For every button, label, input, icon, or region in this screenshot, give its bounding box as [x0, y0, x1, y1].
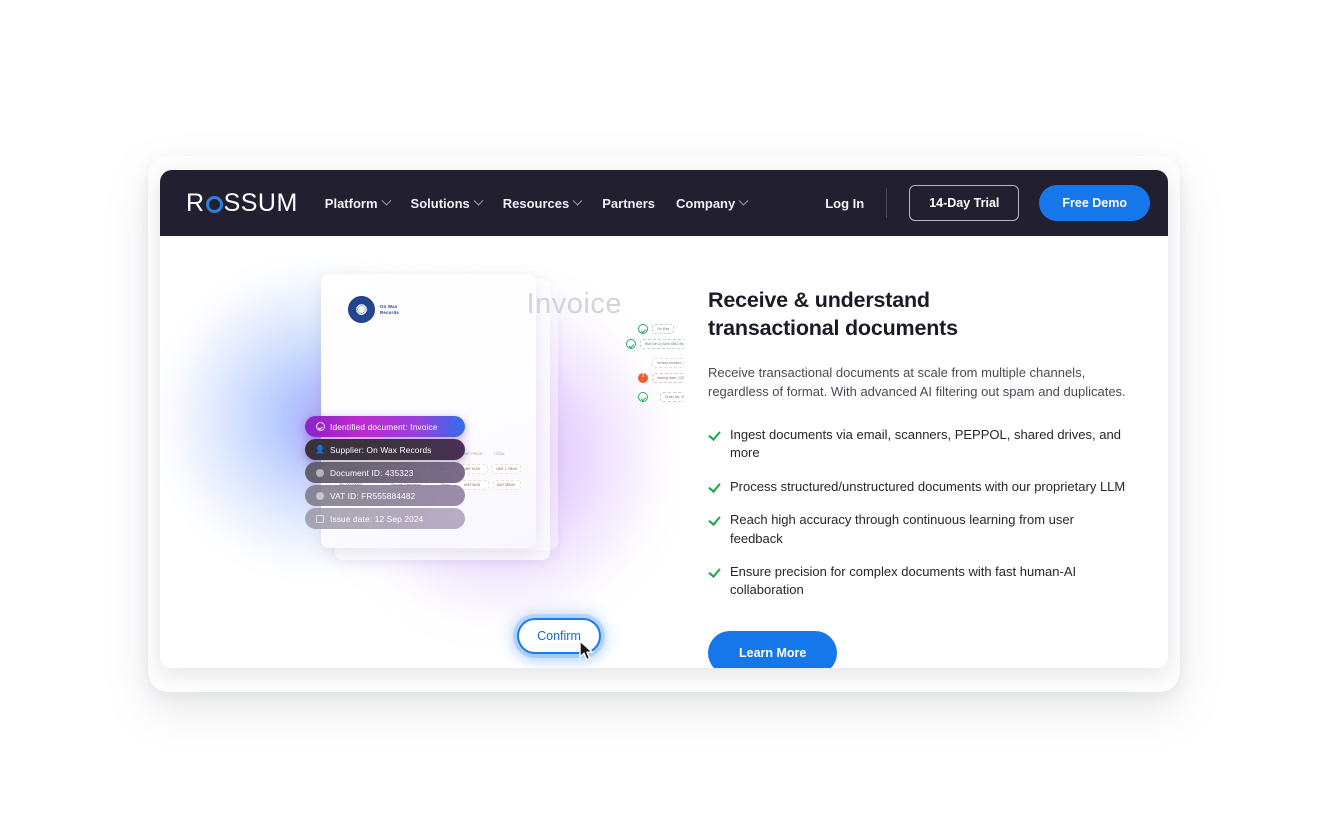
extracted-field-row: Order No: 2021 92	[638, 392, 684, 402]
pill-label: VAT ID: FR555884482	[330, 490, 416, 501]
pill-identified-document: Identified document: Invoice	[305, 416, 465, 437]
check-circle-icon	[638, 324, 648, 334]
nav-label: Platform	[324, 195, 378, 211]
pill-supplier: 👤 Supplier: On Wax Records	[305, 439, 465, 460]
login-link[interactable]: Log In	[825, 196, 886, 211]
feature-label: Reach high accuracy through continuous l…	[730, 512, 1074, 546]
extracted-field-row: Invoice number: 435323	[652, 358, 684, 368]
dot-icon	[315, 491, 325, 501]
logo-ring-icon	[205, 195, 223, 213]
hero-content: Receive & understand transactional docum…	[684, 236, 1168, 668]
primary-nav: Platform Solutions Resources Partners Co…	[324, 195, 749, 211]
feature-label: Ensure precision for complex documents w…	[730, 564, 1077, 598]
check-circle-icon	[638, 392, 648, 402]
chevron-down-icon	[381, 195, 391, 206]
nav-label: Solutions	[410, 195, 470, 211]
chevron-down-icon	[473, 195, 484, 206]
field-value: Rue De La Spin 4551 Brussels	[640, 339, 684, 349]
pill-vat-id: VAT ID: FR555884482	[305, 485, 465, 506]
nav-item-platform[interactable]: Platform	[324, 195, 391, 211]
field-value: Order No: 2021 92	[660, 392, 684, 402]
mouse-cursor-icon	[579, 640, 594, 661]
pill-label: Supplier: On Wax Records	[330, 444, 432, 455]
cell: UNIT 1 738.00	[492, 464, 521, 474]
vinyl-record-icon	[348, 296, 375, 323]
page-title: Receive & understand transactional docum…	[708, 288, 958, 341]
confirm-area: Confirm	[517, 618, 601, 661]
feature-label: Process structured/unstructured document…	[730, 478, 1126, 494]
field-value: Invoice number: 435323	[652, 358, 684, 368]
browser-window: R SSUM Platform Solutions Resources Partn…	[160, 170, 1168, 668]
invoice-illustration: On Wax Records Invoice On Wax Rue De La …	[160, 236, 684, 668]
check-circle-icon	[626, 339, 636, 349]
extracted-field-row: Issuing date: 12/9/2024	[638, 372, 684, 383]
chevron-down-icon	[738, 195, 749, 206]
logo-text-after: SSUM	[223, 188, 298, 217]
check-icon	[708, 513, 721, 526]
check-icon	[708, 428, 721, 441]
nav-item-resources[interactable]: Resources	[502, 195, 583, 211]
invoice-heading: Invoice	[526, 288, 622, 320]
nav-item-partners[interactable]: Partners	[602, 196, 655, 211]
supplier-logo-text: On Wax Records	[380, 303, 399, 315]
dot-icon	[315, 468, 325, 478]
extracted-field-row: On Wax	[638, 324, 684, 334]
feature-item: Reach high accuracy through continuous l…	[708, 511, 1126, 548]
logo-text-before: R	[186, 188, 205, 217]
feature-label: Ingest documents via email, scanners, PE…	[730, 426, 1121, 461]
nav-item-company[interactable]: Company	[675, 195, 749, 211]
chevron-down-icon	[572, 195, 583, 206]
nav-label: Partners	[602, 195, 655, 211]
nav-actions: Log In 14-Day Trial Free Demo	[825, 185, 1150, 221]
feature-item: Ensure precision for complex documents w…	[708, 563, 1126, 600]
pill-label: Document ID: 435323	[330, 467, 414, 478]
supplier-logo: On Wax Records	[348, 296, 399, 323]
nav-label: Company	[675, 195, 736, 211]
extracted-field-row: Rue De La Spin 4551 Brussels	[626, 339, 684, 349]
hero-section: On Wax Records Invoice On Wax Rue De La …	[160, 236, 1168, 668]
person-icon: 👤	[314, 445, 326, 454]
feature-list: Ingest documents via email, scanners, PE…	[708, 426, 1126, 600]
site-navbar: R SSUM Platform Solutions Resources Partn…	[160, 170, 1168, 236]
check-icon	[708, 565, 721, 578]
pill-label: Identified document: Invoice	[330, 421, 438, 432]
free-demo-button[interactable]: Free Demo	[1039, 185, 1150, 221]
check-icon	[708, 480, 721, 493]
feature-item: Process structured/unstructured document…	[708, 478, 1126, 496]
cell: UNIT 526.00	[492, 480, 521, 490]
screenshot-root: R SSUM Platform Solutions Resources Partn…	[0, 0, 1328, 840]
field-value: Issuing date: 12/9/2024	[652, 373, 684, 383]
col-header: TOTAL	[493, 452, 506, 456]
col-header: UNIT PRICE	[461, 452, 483, 456]
extraction-pill-list: Identified document: Invoice 👤 Supplier:…	[305, 416, 465, 531]
field-value: On Wax	[652, 324, 675, 334]
nav-label: Resources	[502, 195, 570, 211]
hero-subtext: Receive transactional documents at scale…	[708, 364, 1126, 400]
rossum-logo[interactable]: R SSUM	[186, 188, 298, 217]
check-circle-icon	[315, 422, 325, 432]
pill-issue-date: Issue date: 12 Sep 2024	[305, 508, 465, 529]
extracted-fields: On Wax Rue De La Spin 4551 Brussels Invo…	[626, 324, 684, 407]
trial-button[interactable]: 14-Day Trial	[909, 185, 1020, 221]
pill-label: Issue date: 12 Sep 2024	[330, 513, 424, 524]
warning-icon	[638, 372, 648, 383]
nav-divider	[886, 188, 888, 218]
learn-more-button[interactable]: Learn More	[708, 630, 838, 668]
calendar-icon	[315, 514, 325, 524]
pill-document-id: Document ID: 435323	[305, 462, 465, 483]
feature-item: Ingest documents via email, scanners, PE…	[708, 426, 1126, 463]
nav-item-solutions[interactable]: Solutions	[410, 195, 484, 211]
